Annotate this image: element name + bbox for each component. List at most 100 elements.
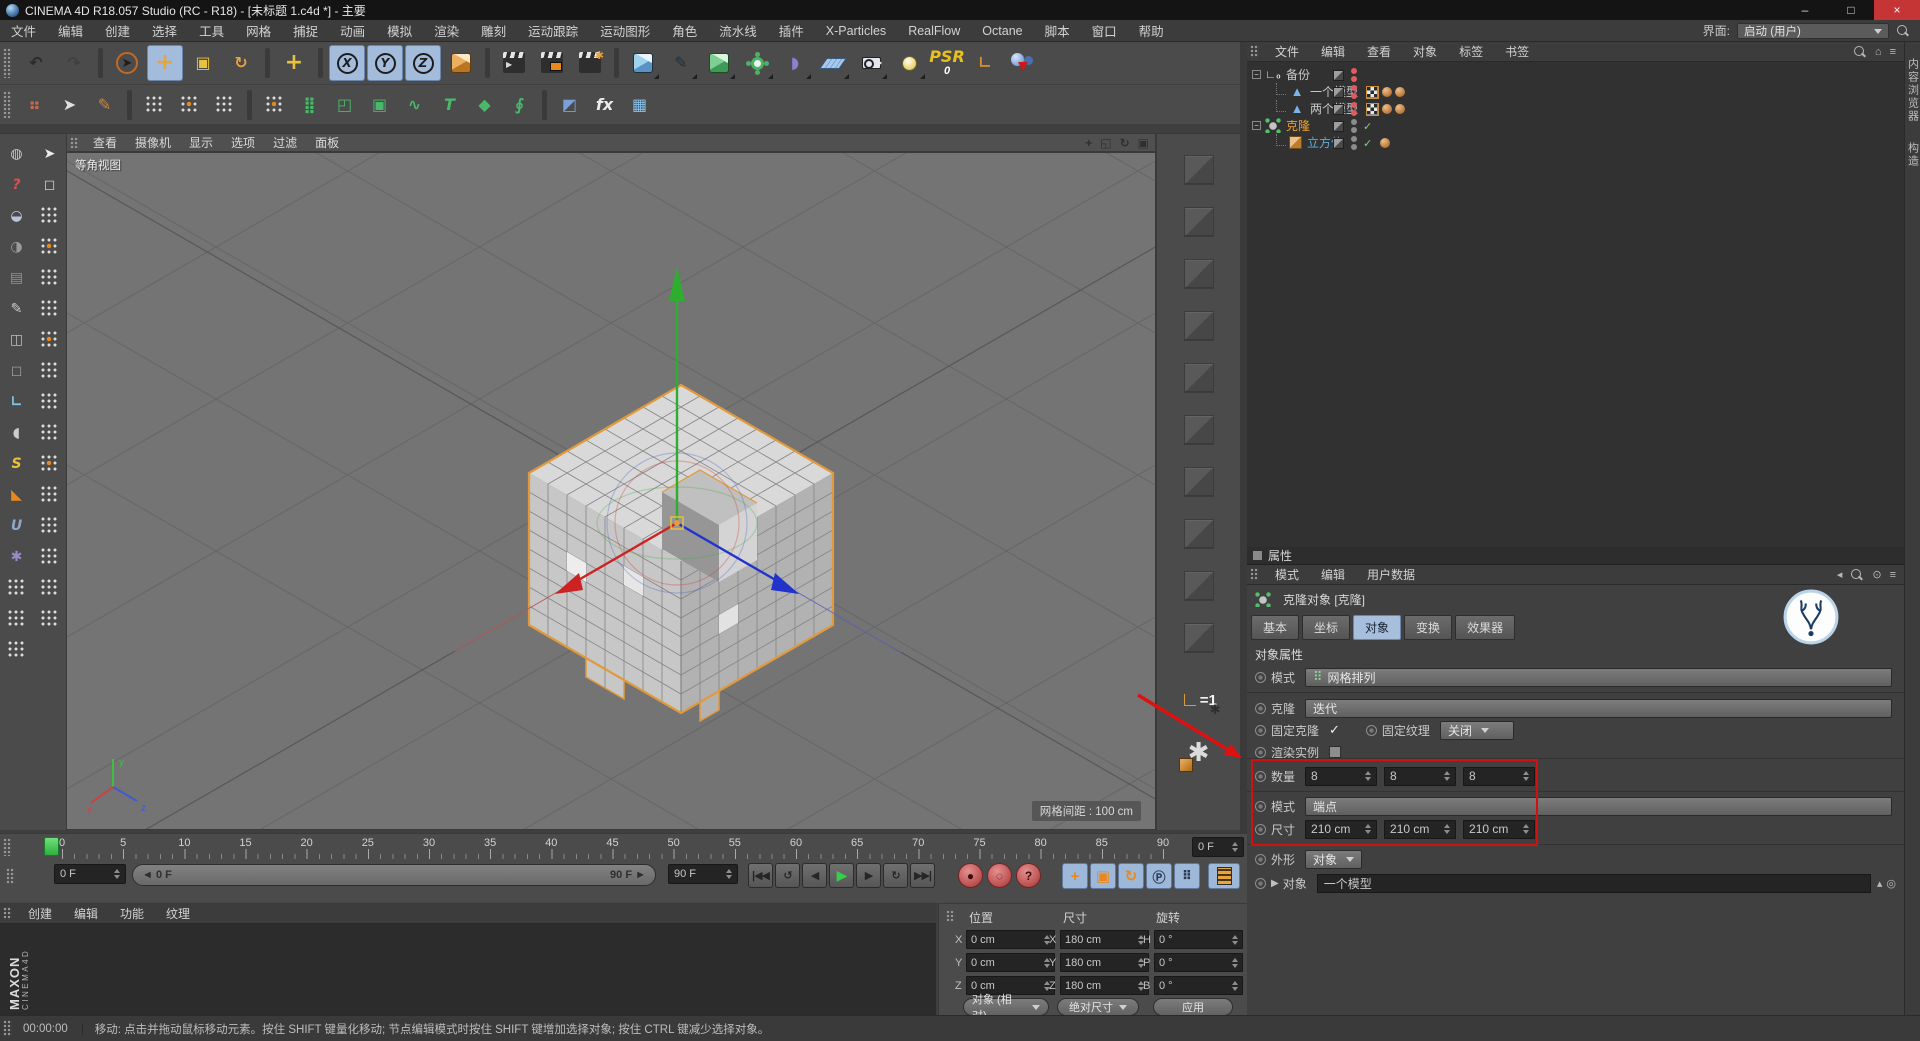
- anim-circle-icon[interactable]: [1255, 878, 1266, 889]
- add-subdivision-surface-button[interactable]: [701, 45, 737, 81]
- tag-dot-icon[interactable]: [1395, 104, 1405, 114]
- last-used-tool-move[interactable]: +: [276, 45, 312, 81]
- om-menu-item[interactable]: 查看: [1356, 43, 1402, 60]
- menu-item[interactable]: 运动跟踪: [517, 21, 589, 40]
- anim-circle-icon[interactable]: [1255, 771, 1266, 782]
- am-back-icon[interactable]: ◂: [1837, 568, 1843, 581]
- menu-item[interactable]: 动画: [329, 21, 376, 40]
- view-pan-icon[interactable]: +: [1085, 136, 1092, 150]
- step-pattern-icon[interactable]: [138, 88, 171, 121]
- gear-tool-icon[interactable]: ✱: [2, 542, 31, 571]
- spline-corner-icon[interactable]: ∟: [2, 387, 31, 416]
- magnet-lock-icon[interactable]: U: [2, 511, 31, 540]
- help-icon[interactable]: ?: [2, 170, 31, 199]
- mode-grid-icon[interactable]: [35, 542, 64, 571]
- separator[interactable]: [318, 48, 323, 78]
- menu-item[interactable]: 角色: [661, 21, 708, 40]
- anim-circle-icon[interactable]: [1255, 854, 1266, 865]
- menu-item[interactable]: 编辑: [47, 21, 94, 40]
- size-field[interactable]: 180 cm: [1060, 976, 1149, 995]
- timeline-grip[interactable]: [3, 838, 12, 856]
- undo-button[interactable]: ↶: [18, 45, 54, 81]
- menu-item[interactable]: X-Particles: [815, 24, 897, 38]
- key-pla-toggle[interactable]: ⠿: [1174, 863, 1200, 889]
- clones-dropdown[interactable]: 迭代: [1305, 699, 1892, 718]
- play-button[interactable]: ▶: [829, 863, 854, 888]
- loop-button[interactable]: ↻: [883, 863, 908, 888]
- size-field[interactable]: 210 cm: [1463, 820, 1535, 839]
- render-settings-button[interactable]: [572, 45, 608, 81]
- mode-grid-icon[interactable]: [35, 480, 64, 509]
- visibility-dots[interactable]: [1351, 136, 1357, 150]
- menu-item[interactable]: 渲染: [423, 21, 470, 40]
- end-frame-field[interactable]: 90 F: [668, 864, 738, 884]
- menu-item[interactable]: 工具: [188, 21, 235, 40]
- visibility-dots[interactable]: [1351, 119, 1357, 133]
- attribute-tab[interactable]: 基本: [1251, 615, 1299, 640]
- anim-circle-icon[interactable]: [1255, 747, 1266, 758]
- anim-circle-icon[interactable]: [1366, 725, 1377, 736]
- mode-grid-icon[interactable]: [35, 387, 64, 416]
- am-lock-icon[interactable]: ⊙: [1872, 568, 1881, 581]
- add-spline-button[interactable]: ✎: [663, 45, 699, 81]
- object-settings-gear-icon[interactable]: ✱: [1173, 728, 1225, 776]
- rect-select-icon[interactable]: ◻: [35, 170, 64, 199]
- tag-dot-icon[interactable]: [1382, 104, 1392, 114]
- render-picture-viewer-button[interactable]: [534, 45, 570, 81]
- dock-grid-icon[interactable]: [2, 604, 31, 633]
- menu-item[interactable]: 创建: [94, 21, 141, 40]
- mode-grid-icon[interactable]: [35, 418, 64, 447]
- mograph-fracture-button[interactable]: ◰: [328, 88, 361, 121]
- separator[interactable]: [485, 48, 490, 78]
- mograph-cloner-button[interactable]: [258, 88, 291, 121]
- add-deformer-button[interactable]: ◗: [777, 45, 813, 81]
- separator[interactable]: [265, 48, 270, 78]
- brick-tool-icon[interactable]: ▤: [2, 263, 31, 292]
- object-row[interactable]: 立方体 ✓: [1247, 134, 1904, 151]
- separator[interactable]: [127, 90, 132, 120]
- mode-grid-icon[interactable]: [35, 232, 64, 261]
- fix-texture-dropdown[interactable]: 关闭: [1440, 721, 1514, 740]
- cloner-cube-object[interactable]: [67, 153, 1156, 830]
- visibility-dots[interactable]: [1351, 85, 1357, 99]
- separator[interactable]: [614, 48, 619, 78]
- attribute-tab[interactable]: 效果器: [1455, 615, 1515, 640]
- palette-slot-icon[interactable]: [1173, 354, 1225, 402]
- add-light-button[interactable]: [891, 45, 927, 81]
- palette-slot-icon[interactable]: [1173, 250, 1225, 298]
- key-scale-toggle[interactable]: ▣: [1090, 863, 1116, 889]
- render-view-button[interactable]: [496, 45, 532, 81]
- menu-item[interactable]: 窗口: [1081, 21, 1128, 40]
- count-field[interactable]: 8: [1305, 767, 1377, 786]
- eyedropper-icon[interactable]: ◎: [1886, 877, 1896, 890]
- viewport-menu-item[interactable]: 选项: [222, 134, 264, 151]
- menu-item[interactable]: 插件: [768, 21, 815, 40]
- position-field[interactable]: 0 cm: [966, 953, 1055, 972]
- reset-psr-button[interactable]: PSR 0: [929, 45, 965, 81]
- menu-item[interactable]: 帮助: [1128, 21, 1175, 40]
- mograph-matrix-button[interactable]: ⣿: [293, 88, 326, 121]
- play-backwards-button[interactable]: ↺: [775, 863, 800, 888]
- grid-pattern-icon[interactable]: [208, 88, 241, 121]
- visibility-dots[interactable]: [1351, 102, 1357, 116]
- viewport-menu-item[interactable]: 显示: [180, 134, 222, 151]
- anim-circle-icon[interactable]: [1255, 725, 1266, 736]
- count-field[interactable]: 8: [1384, 767, 1456, 786]
- mode-grid-icon[interactable]: [35, 201, 64, 230]
- toolbar-grip[interactable]: [3, 48, 12, 77]
- current-frame-field[interactable]: 0 F: [54, 864, 126, 884]
- menu-item[interactable]: 文件: [0, 21, 47, 40]
- snap-toggle-icon[interactable]: S: [2, 449, 31, 478]
- menu-item[interactable]: 捕捉: [282, 21, 329, 40]
- count-field[interactable]: 8: [1463, 767, 1535, 786]
- mode-grid-icon[interactable]: [35, 449, 64, 478]
- attribute-tab[interactable]: 对象: [1353, 615, 1401, 640]
- menu-item[interactable]: 网格: [235, 21, 282, 40]
- key-parameter-toggle[interactable]: Ⓟ: [1146, 863, 1172, 889]
- dock-grid-icon[interactable]: [2, 635, 31, 664]
- mograph-tracer-button[interactable]: ∿: [398, 88, 431, 121]
- anim-circle-icon[interactable]: [1255, 824, 1266, 835]
- mode-grid-icon[interactable]: [35, 604, 64, 633]
- scale-tool[interactable]: ▣: [185, 45, 221, 81]
- lock-x-axis[interactable]: X: [329, 45, 365, 81]
